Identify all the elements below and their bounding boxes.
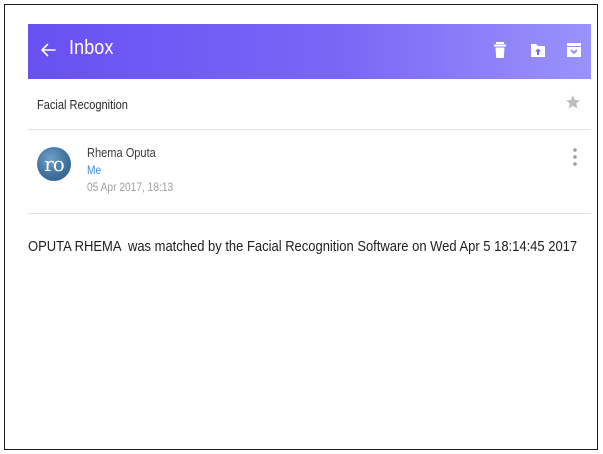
sender-name: Rhema Oputa — [87, 145, 156, 160]
move-to-folder-button[interactable] — [528, 40, 548, 60]
arrow-back-icon — [41, 43, 56, 57]
more-options-button[interactable] — [571, 145, 579, 171]
star-button[interactable] — [565, 94, 581, 110]
trash-icon — [494, 42, 506, 58]
email-screen: Inbox Facial Recognition ro Rhema Oputa … — [4, 4, 598, 450]
page-title: Inbox — [69, 37, 114, 59]
folder-upload-icon — [531, 44, 545, 57]
avatar[interactable]: ro — [37, 147, 71, 181]
email-subject: Facial Recognition — [37, 97, 128, 112]
email-timestamp: 05 Apr 2017, 18:13 — [87, 180, 174, 194]
subject-row: Facial Recognition — [28, 79, 591, 130]
archive-icon — [567, 43, 581, 57]
archive-button[interactable] — [564, 40, 584, 60]
sender-row: ro Rhema Oputa Me 05 Apr 2017, 18:13 — [28, 129, 591, 214]
app-bar: Inbox — [28, 24, 591, 79]
more-vert-icon — [573, 148, 577, 166]
star-icon — [566, 95, 580, 109]
recipient-link[interactable]: Me — [87, 163, 101, 177]
email-body: OPUTA RHEMA was matched by the Facial Re… — [28, 238, 578, 255]
back-button[interactable] — [38, 38, 60, 62]
delete-button[interactable] — [490, 40, 510, 60]
